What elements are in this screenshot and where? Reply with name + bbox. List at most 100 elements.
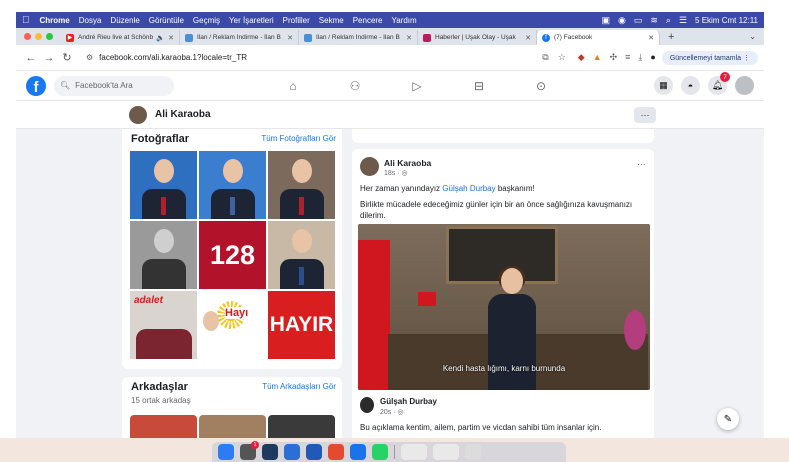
download-icon[interactable]: ⤓ (638, 52, 642, 63)
battery-icon[interactable]: ▭ (634, 15, 643, 26)
shared-timestamp[interactable]: 20s · ◎ (380, 408, 404, 416)
home-icon[interactable]: ⌂ (262, 79, 324, 93)
marketplace-icon[interactable]: ⊟ (448, 79, 510, 93)
zoom-window-button[interactable] (46, 33, 53, 40)
menu-item-tab[interactable]: Sekme (319, 16, 344, 25)
shared-author-avatar[interactable] (360, 397, 374, 413)
browser-tab[interactable]: İlan / Reklam İndirme - İlan B ✕ (180, 30, 299, 45)
friend-thumbnail[interactable] (130, 415, 197, 438)
close-window-button[interactable] (24, 33, 31, 40)
whatsapp-dock-icon[interactable] (372, 444, 388, 460)
see-all-friends-link[interactable]: Tüm Arkadaşları Gör (262, 382, 336, 391)
close-tab-icon[interactable]: ✕ (648, 34, 654, 42)
profile-avatar[interactable] (129, 105, 147, 124)
bookmark-star-icon[interactable]: ☆ (558, 52, 566, 63)
profile-avatar-icon[interactable]: ● (650, 52, 655, 63)
new-tab-button[interactable]: + (660, 31, 682, 45)
menubar-clock[interactable]: 5 Ekim Cmt 12:11 (695, 16, 758, 25)
photo-thumbnail[interactable]: Hayı (199, 291, 266, 359)
photo-thumbnail[interactable] (199, 151, 266, 219)
facebook-search-input[interactable]: 🔍︎ Facebook'ta Ara (54, 75, 174, 96)
browser-tab[interactable]: ▶ André Rieu live at Schönb 🔈 ✕ (61, 30, 180, 45)
extension-icon[interactable]: ▲ (593, 52, 602, 63)
url-text[interactable]: facebook.com/ali.karaoba.1?locale=tr_TR (99, 53, 247, 62)
photo-thumbnail[interactable] (130, 151, 197, 219)
close-tab-icon[interactable]: ✕ (406, 34, 412, 42)
photo-thumbnail[interactable] (130, 221, 197, 289)
profile-more-options-button[interactable]: ··· (634, 106, 656, 123)
update-chrome-button[interactable]: Güncellemeyi tamamla ⋮ (661, 50, 758, 65)
shared-author-name[interactable]: Gülşah Durbay (380, 397, 437, 406)
dock-window-thumbnail[interactable] (401, 444, 427, 460)
photo-thumbnail[interactable]: HAYIR (268, 291, 335, 359)
menu-item-view[interactable]: Görüntüle (149, 16, 184, 25)
browser-tab-active[interactable]: f (7) Facebook ✕ (537, 30, 660, 45)
site-info-icon[interactable]: ⚙ (86, 53, 93, 62)
post-author-name[interactable]: Ali Karaoba (384, 158, 431, 168)
close-tab-icon[interactable]: ✕ (287, 34, 293, 42)
screen-icon[interactable]: ▣ (601, 15, 610, 26)
post-mention-link[interactable]: Gülşah Durbay (442, 184, 495, 193)
photo-thumbnail[interactable] (268, 151, 335, 219)
gaming-icon[interactable]: ⊙ (510, 79, 572, 93)
back-arrow-icon[interactable]: ← (22, 52, 40, 64)
tab-search-chevron-icon[interactable]: ⌄ (749, 32, 764, 45)
notifications-bell-icon[interactable]: 🔔︎ 7 (708, 72, 730, 95)
word-dock-icon[interactable] (350, 444, 366, 460)
post-video[interactable]: Kendi hasta lığımı, karnı burnunda (358, 224, 650, 390)
friends-icon[interactable]: ⚇ (324, 79, 386, 93)
see-all-photos-link[interactable]: Tüm Fotoğrafları Gör (261, 134, 336, 143)
menu-grid-icon[interactable]: ▦ (654, 76, 673, 95)
address-bar[interactable]: ⚙ facebook.com/ali.karaoba.1?locale=tr_T… (80, 48, 572, 68)
apple-menu-icon[interactable]:  (22, 15, 30, 26)
browser-tab[interactable]: İlan / Reklam İndirme - İlan B ✕ (299, 30, 418, 45)
reload-icon[interactable]: ↻ (58, 51, 76, 64)
profile-name[interactable]: Ali Karaoba (155, 109, 211, 120)
extensions-puzzle-icon[interactable]: ✣ (610, 52, 618, 63)
friend-thumbnail[interactable] (268, 415, 335, 438)
photo-thumbnail[interactable] (268, 221, 335, 289)
spotlight-search-icon[interactable]: ⌕ (666, 15, 671, 26)
chrome-dock-icon[interactable] (328, 444, 344, 460)
photo-thumbnail[interactable]: adalet (130, 291, 197, 359)
speaker-icon[interactable]: 🔈 (156, 34, 165, 42)
app-dock-icon[interactable] (262, 444, 278, 460)
friends-title[interactable]: Arkadaşlar (131, 381, 188, 393)
account-avatar[interactable] (735, 76, 754, 95)
wifi-icon[interactable]: ≋ (650, 15, 658, 26)
new-message-edit-icon[interactable]: ✎ (717, 408, 739, 430)
close-tab-icon[interactable]: ✕ (525, 34, 531, 42)
facebook-logo-icon[interactable]: f (26, 75, 46, 96)
menu-item-bookmarks[interactable]: Yer İşaretleri (229, 16, 274, 25)
minimize-window-button[interactable] (35, 33, 42, 40)
mail-dock-icon[interactable] (284, 444, 300, 460)
post-timestamp[interactable]: 18s · ◎ (384, 169, 408, 177)
menu-item-history[interactable]: Geçmiş (193, 16, 220, 25)
photo-thumbnail[interactable]: 128 (199, 221, 266, 289)
reading-list-icon[interactable]: ≡ (625, 52, 630, 63)
post-options-icon[interactable]: ··· (637, 159, 646, 169)
forward-arrow-icon[interactable]: → (40, 52, 58, 64)
browser-tab[interactable]: Haberler | Uşak Olay - Uşak ✕ (418, 30, 537, 45)
menu-item-window[interactable]: Pencere (353, 16, 383, 25)
messenger-icon[interactable]: ◓ (681, 76, 700, 95)
menu-item-profiles[interactable]: Profiller (283, 16, 310, 25)
photos-title[interactable]: Fotoğraflar (131, 133, 189, 145)
video-icon[interactable]: ▷ (386, 79, 448, 93)
cast-icon[interactable]: ⧉ (542, 52, 548, 63)
trash-dock-icon[interactable] (465, 444, 481, 460)
menu-item-help[interactable]: Yardım (392, 16, 417, 25)
dock-window-thumbnail[interactable] (433, 444, 459, 460)
record-icon[interactable]: ◉ (618, 15, 626, 26)
menu-item-edit[interactable]: Düzenle (110, 16, 139, 25)
friend-thumbnail[interactable] (199, 415, 266, 438)
extension-icon[interactable]: ◆ (578, 52, 585, 63)
finder-dock-icon[interactable] (218, 444, 234, 460)
close-tab-icon[interactable]: ✕ (168, 34, 174, 42)
menu-app-chrome[interactable]: Chrome (40, 16, 70, 25)
post-author-avatar[interactable] (360, 157, 379, 176)
control-center-icon[interactable]: ☰ (679, 15, 687, 26)
app-dock-icon[interactable] (306, 444, 322, 460)
launchpad-dock-icon[interactable]: 1 (240, 441, 259, 460)
menu-item-file[interactable]: Dosya (79, 16, 102, 25)
